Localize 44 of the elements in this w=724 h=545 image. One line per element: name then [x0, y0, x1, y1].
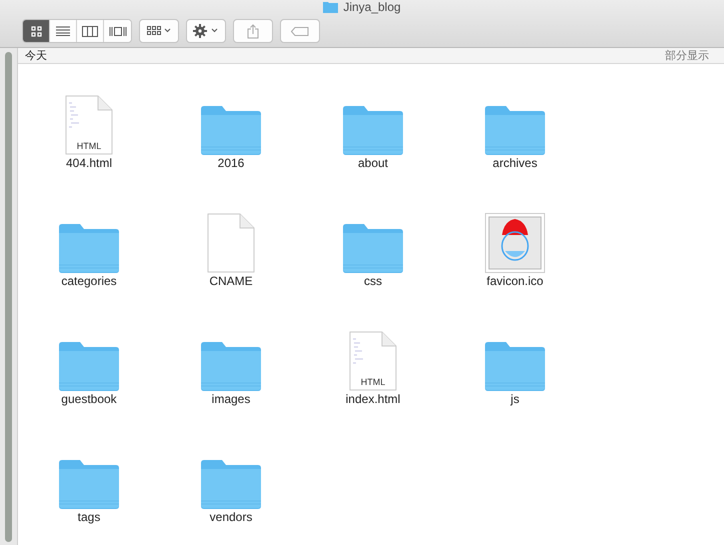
gear-icon — [193, 24, 219, 38]
folder-icon — [484, 105, 546, 155]
file-name[interactable]: CNAME — [209, 274, 253, 288]
grid-dropdown-icon — [147, 26, 171, 36]
document-icon — [207, 213, 255, 273]
list-icon — [56, 26, 70, 36]
file-name[interactable]: archives — [492, 156, 538, 170]
folder-icon — [200, 341, 262, 391]
gallery-icon — [108, 26, 126, 36]
file-name[interactable]: favicon.ico — [486, 274, 544, 288]
tag-icon — [291, 26, 309, 36]
folder-icon — [200, 459, 262, 509]
columns-icon — [82, 26, 98, 36]
file-name[interactable]: images — [212, 392, 250, 406]
file-name[interactable]: categories — [61, 274, 117, 288]
arrange-button[interactable] — [139, 19, 179, 43]
scrollbar-thumb[interactable] — [5, 52, 12, 542]
folder-icon — [58, 223, 120, 273]
file-name[interactable]: about — [358, 156, 388, 170]
folder-icon — [58, 341, 120, 391]
show-less-link[interactable]: 部分显示 — [665, 48, 709, 63]
section-title: 今天 — [25, 49, 47, 63]
file-name[interactable]: vendors — [210, 510, 252, 524]
file-name[interactable]: index.html — [346, 392, 400, 406]
action-button[interactable] — [186, 19, 226, 43]
file-name[interactable]: guestbook — [61, 392, 117, 406]
file-name[interactable]: 2016 — [218, 156, 244, 170]
view-mode-button[interactable] — [23, 20, 50, 42]
folder-icon — [342, 105, 404, 155]
window-title: Jinya_blog — [343, 0, 401, 14]
folder-icon — [484, 341, 546, 391]
file-name[interactable]: 404.html — [66, 156, 112, 170]
folder-icon — [323, 1, 338, 13]
folder-icon — [200, 105, 262, 155]
file-name[interactable]: tags — [78, 510, 100, 524]
share-icon — [247, 24, 259, 38]
icon-grid-icon — [30, 26, 42, 36]
file-name[interactable]: css — [364, 274, 382, 288]
folder-icon — [58, 459, 120, 509]
folder-icon — [342, 223, 404, 273]
html-file-icon: HTML — [349, 331, 397, 391]
cartoon-face-thumbnail — [485, 213, 545, 273]
file-name[interactable]: js — [510, 392, 520, 406]
html-file-icon: HTML — [65, 95, 113, 155]
